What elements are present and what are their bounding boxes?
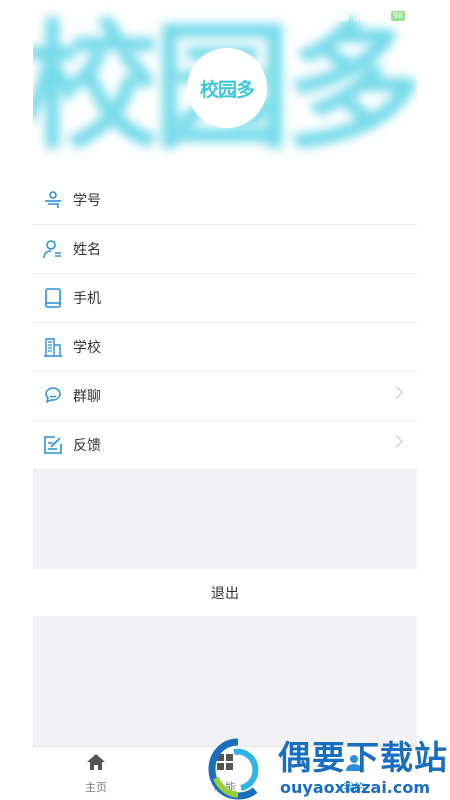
profile-menu: 学号 姓名 手机 学校 群聊 反馈 (33, 176, 417, 470)
site-watermark: 偶要下载站 ouyaoxiazai.com (208, 738, 450, 800)
watermark-logo-icon (208, 738, 272, 800)
home-icon (86, 753, 106, 775)
menu-item-label: 姓名 (73, 242, 101, 258)
menu-item-label: 群聊 (73, 389, 101, 405)
group-chat-icon (43, 386, 63, 406)
battery-icon: 98 (390, 11, 405, 21)
watermark-url: ouyaoxiazai.com (280, 778, 431, 797)
tab-home[interactable]: 主页 (66, 753, 126, 795)
signal-icon-2 (353, 11, 365, 21)
profile-screen: 校园多 98 校园多 学号 姓名 手机 (33, 0, 417, 800)
menu-item-school[interactable]: 学校 (33, 323, 417, 372)
chevron-right-icon (390, 435, 403, 448)
tab-label: 主页 (85, 781, 107, 794)
profile-header: 校园多 98 校园多 (33, 0, 417, 172)
menu-item-group-chat[interactable]: 群聊 (33, 372, 417, 421)
watermark-name: 偶要下载站 (278, 738, 448, 777)
phone-icon (43, 288, 63, 308)
status-bar: 98 (336, 8, 405, 24)
menu-item-label: 学号 (73, 193, 101, 209)
menu-item-name[interactable]: 姓名 (33, 225, 417, 274)
menu-item-student-id[interactable]: 学号 (33, 176, 417, 225)
menu-item-feedback[interactable]: 反馈 (33, 421, 417, 470)
app-logo: 校园多 (187, 48, 267, 128)
chevron-right-icon (390, 386, 403, 399)
section-spacer (33, 616, 417, 746)
feedback-edit-icon (43, 435, 63, 455)
school-building-icon (43, 337, 63, 357)
section-spacer (33, 470, 417, 569)
person-icon (43, 239, 63, 259)
wifi-icon (370, 12, 385, 20)
logout-button[interactable]: 退出 (33, 569, 417, 616)
menu-item-phone[interactable]: 手机 (33, 274, 417, 323)
menu-item-label: 手机 (73, 291, 101, 307)
app-logo-text: 校园多 (199, 78, 255, 101)
menu-item-label: 学校 (73, 340, 101, 356)
menu-item-label: 反馈 (73, 438, 101, 454)
signal-icon (336, 11, 348, 21)
student-id-icon (43, 190, 63, 210)
